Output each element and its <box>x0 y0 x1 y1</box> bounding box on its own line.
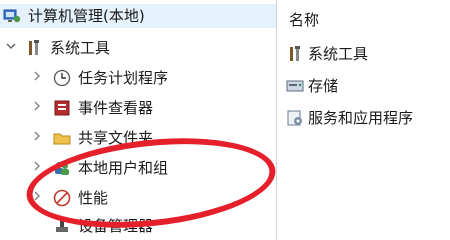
chevron-right-icon[interactable] <box>30 66 44 90</box>
tree-root-label: 计算机管理(本地) <box>28 7 145 25</box>
tree-item-label: 性能 <box>78 189 109 207</box>
column-header-name[interactable]: 名称 <box>289 8 319 32</box>
shared-folder-icon <box>52 128 72 148</box>
list-item-services-apps[interactable]: 服务和应用程序 <box>285 106 413 130</box>
chevron-right-icon[interactable] <box>30 126 44 150</box>
device-manager-icon <box>52 216 72 236</box>
services-icon <box>285 108 305 128</box>
list-item-label: 服务和应用程序 <box>308 109 414 127</box>
chevron-down-icon[interactable] <box>4 36 18 60</box>
tree-item-performance[interactable]: 性能 <box>30 186 108 210</box>
chevron-right-icon[interactable] <box>30 186 44 210</box>
clock-icon <box>52 68 72 88</box>
list-item-system-tools[interactable]: 系统工具 <box>285 42 368 66</box>
event-viewer-icon <box>52 98 72 118</box>
tree-item-label: 设备管理器 <box>78 217 154 235</box>
chevron-right-icon[interactable] <box>30 156 44 180</box>
tree-item-local-users-groups[interactable]: 本地用户和组 <box>30 156 168 180</box>
tools-icon <box>285 44 305 64</box>
computer-management-icon <box>2 6 22 26</box>
tree-item-device-manager[interactable]: 设备管理器 <box>30 214 153 238</box>
tree-item-system-tools[interactable]: 系统工具 <box>4 36 110 60</box>
list-view-pane: 名称 系统工具 存储 服务和应用程序 <box>277 0 450 240</box>
tree-item-label: 系统工具 <box>50 39 111 57</box>
tree-root-computer-management[interactable]: 计算机管理(本地) <box>0 4 276 28</box>
list-item-label: 存储 <box>308 77 339 95</box>
tree-item-label: 任务计划程序 <box>78 69 169 87</box>
navigation-tree-pane: 计算机管理(本地) 系统工具 任务计划程序 事件查看器 共享文件夹 本地用户和组… <box>0 0 280 240</box>
list-item-storage[interactable]: 存储 <box>285 74 338 98</box>
tree-item-label: 本地用户和组 <box>78 159 169 177</box>
tree-item-label: 共享文件夹 <box>78 129 154 147</box>
users-icon <box>52 158 72 178</box>
chevron-right-icon[interactable] <box>30 96 44 120</box>
tree-item-shared-folders[interactable]: 共享文件夹 <box>30 126 153 150</box>
storage-icon <box>285 76 305 96</box>
tree-item-label: 事件查看器 <box>78 99 154 117</box>
performance-icon <box>52 188 72 208</box>
list-item-label: 系统工具 <box>308 45 369 63</box>
tree-item-event-viewer[interactable]: 事件查看器 <box>30 96 153 120</box>
tools-icon <box>24 38 44 58</box>
tree-item-task-scheduler[interactable]: 任务计划程序 <box>30 66 168 90</box>
